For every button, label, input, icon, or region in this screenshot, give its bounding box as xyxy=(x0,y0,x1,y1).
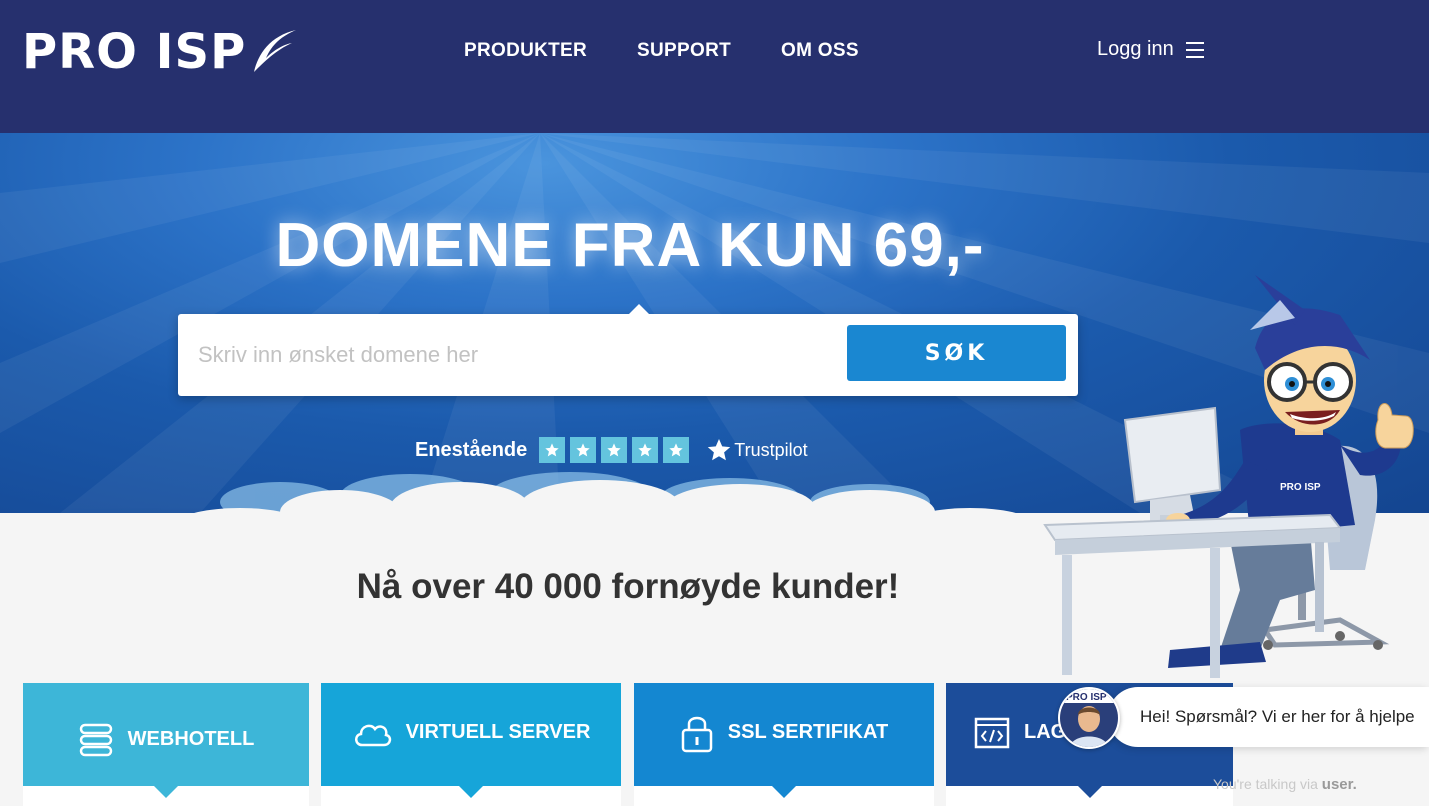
search-button[interactable]: SØK xyxy=(847,325,1066,381)
trustpilot-star-icon xyxy=(708,439,731,461)
logo-text: PRO ISP xyxy=(22,24,247,80)
domain-search-input[interactable] xyxy=(198,334,838,376)
star-icon xyxy=(632,437,659,463)
chat-bubble[interactable]: Hei! Spørsmål? Vi er her for å hjelpe xyxy=(1108,687,1429,747)
login-menu[interactable]: Logg inn xyxy=(1097,38,1204,61)
trustpilot-rating[interactable]: Enestående Trustpilot xyxy=(415,437,808,463)
star-icon xyxy=(601,437,628,463)
card-webhotell[interactable]: WEBHOTELL xyxy=(23,683,309,798)
tagline-prefix: Nå over xyxy=(356,567,495,606)
chat-via-prefix: You're talking via xyxy=(1213,776,1322,792)
nav-produkter[interactable]: PRODUKTER xyxy=(464,40,587,62)
card-arrow xyxy=(1077,786,1102,798)
hamburger-menu-icon[interactable] xyxy=(1185,41,1204,58)
star-icon xyxy=(539,437,566,463)
chat-powered-by[interactable]: You're talking via user. xyxy=(1213,776,1357,793)
trust-label: Enestående xyxy=(415,438,528,461)
card-arrow xyxy=(772,786,796,798)
card-label: VIRTUELL SERVER xyxy=(405,721,591,743)
logo[interactable]: PRO ISP xyxy=(22,28,298,76)
card-label: SSL SERTIFIKAT xyxy=(727,721,889,743)
star-rating xyxy=(539,437,690,463)
mascot-illustration: PRO ISP xyxy=(1043,275,1414,678)
card-label: WEBHOTELL xyxy=(127,728,255,750)
code-window-icon xyxy=(974,717,1010,748)
card-ssl-sertifikat[interactable]: SSL SERTIFIKAT xyxy=(634,683,934,798)
card-arrow xyxy=(154,786,178,798)
trustpilot-logo: Trustpilot xyxy=(707,438,808,462)
star-icon xyxy=(570,437,597,463)
star-icon xyxy=(663,437,690,463)
search-notch xyxy=(628,304,650,315)
lock-icon xyxy=(681,716,713,752)
card-virtuell-server[interactable]: VIRTUELL SERVER xyxy=(321,683,621,798)
cloud-icon xyxy=(354,724,391,746)
agent-avatar-icon: PRO ISP xyxy=(1060,689,1118,747)
login-label: Logg inn xyxy=(1097,38,1174,60)
mascot-shirt-text: PRO ISP xyxy=(1280,482,1321,493)
domain-search-box: SØK xyxy=(178,304,1078,396)
chat-avatar[interactable]: PRO ISP xyxy=(1058,687,1120,749)
server-stack-icon xyxy=(79,723,112,756)
site-header: PRO ISP PRODUKTER SUPPORT OM OSS Logg in… xyxy=(0,0,1429,133)
card-arrow xyxy=(459,786,483,798)
logo-swoosh-icon xyxy=(254,30,297,72)
trustpilot-text: Trustpilot xyxy=(734,439,808,460)
tagline-bold: 40 000 fornøyde kunder! xyxy=(494,567,900,606)
nav-support[interactable]: SUPPORT xyxy=(637,40,731,62)
chat-message: Hei! Spørsmål? Vi er her for å hjelpe xyxy=(1140,707,1415,726)
svg-text:PRO ISP: PRO ISP xyxy=(1066,692,1107,703)
chat-via-brand: user. xyxy=(1321,776,1357,793)
main-nav: PRODUKTER SUPPORT OM OSS xyxy=(464,40,859,62)
nav-om-oss[interactable]: OM OSS xyxy=(781,40,859,62)
